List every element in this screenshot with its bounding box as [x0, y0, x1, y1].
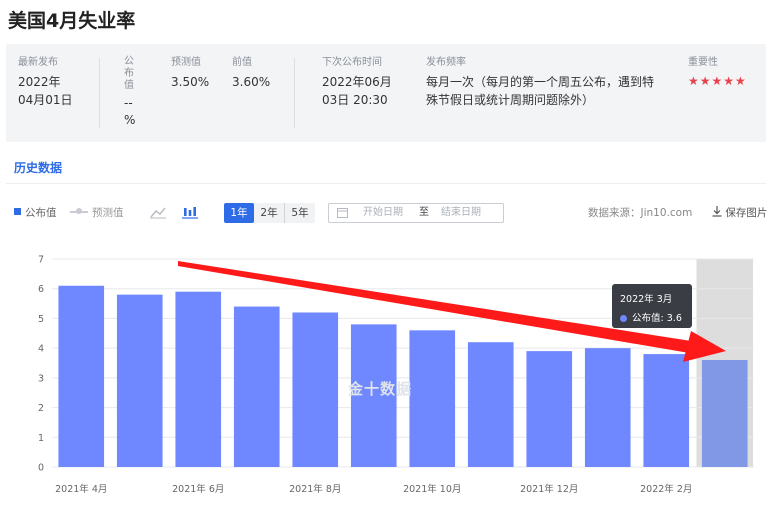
line-chart-icon[interactable] — [150, 205, 166, 225]
bar-2022年 3月 — [701, 360, 748, 467]
y-tick-label: 7 — [38, 255, 44, 266]
forecast-block: 预测值 3.50% — [171, 56, 221, 91]
y-tick-label: 6 — [38, 284, 44, 295]
download-icon — [712, 206, 725, 219]
frequency-value: 每月一次（每月的第一个周五公布，遇到特殊节假日或统计周期问题除外） — [426, 75, 655, 107]
chart-toolbar: 公布值 预测值 1年 2年 5年 开始日期 至 结束日期 数据来源：Jin10.… — [0, 203, 772, 225]
bar-2021年 8月 — [292, 312, 339, 467]
x-tick-label: 2021年 12月 — [520, 483, 578, 495]
bar-2021年 6月 — [175, 291, 222, 467]
release-date-label: 最新发布 — [18, 57, 58, 68]
date-range-separator: 至 — [419, 207, 429, 218]
legend-line-icon — [70, 208, 88, 214]
published-value: -- % — [124, 96, 136, 127]
legend-forecast-label: 预测值 — [92, 207, 124, 219]
importance-label: 重要性 — [688, 57, 718, 68]
previous-block: 前值 3.60% — [232, 56, 282, 91]
legend-published-label: 公布值 — [25, 207, 57, 219]
page-title: 美国4月失业率 — [8, 10, 136, 32]
history-data-tab[interactable]: 历史数据 — [14, 159, 62, 176]
info-divider — [99, 58, 100, 128]
x-tick-label: 2021年 4月 — [55, 483, 107, 495]
frequency-label: 发布频率 — [426, 57, 466, 68]
indicator-info-panel: 最新发布 2022年 04月01日 公 布 值 -- % 预测值 3.50% 前… — [6, 44, 766, 142]
published-value-label: 公 布 值 — [124, 56, 134, 91]
bar-2021年 7月 — [233, 306, 280, 467]
info-divider — [294, 58, 295, 128]
y-tick-label: 3 — [38, 373, 44, 384]
bar-2022年 1月 — [584, 348, 631, 467]
importance-stars-icon: ★★★★★ — [688, 74, 747, 88]
tooltip-value: 3.6 — [666, 313, 682, 324]
legend-square-icon — [14, 208, 21, 215]
bar-2022年 2月 — [643, 354, 690, 467]
legend-forecast[interactable]: 预测值 — [70, 203, 124, 223]
range-2y-button[interactable]: 2年 — [254, 203, 284, 223]
tooltip-date: 2022年 3月 — [620, 294, 673, 305]
bar-2021年 12月 — [526, 351, 573, 467]
data-source: 数据来源：Jin10.com — [588, 207, 693, 219]
y-tick-label: 0 — [38, 463, 44, 474]
forecast-label: 预测值 — [171, 57, 201, 68]
bar-2021年 5月 — [116, 294, 163, 467]
x-tick-label: 2021年 8月 — [289, 483, 341, 495]
y-tick-label: 1 — [38, 433, 44, 444]
y-tick-label: 2 — [38, 403, 44, 414]
previous-value: 3.60% — [232, 75, 271, 89]
x-tick-label: 2021年 6月 — [172, 483, 224, 495]
chart-tooltip: 2022年 3月 公布值: 3.6 — [612, 284, 692, 328]
y-tick-label: 5 — [38, 314, 44, 325]
frequency-block: 发布频率 每月一次（每月的第一个周五公布，遇到特殊节假日或统计周期问题除外） — [426, 56, 664, 109]
section-divider — [6, 183, 766, 184]
watermark-logo: 金十数据 — [348, 380, 413, 398]
next-release-value: 2022年06月 03日 20:30 — [322, 75, 392, 107]
y-tick-label: 4 — [38, 344, 44, 355]
tooltip-dot-icon — [620, 314, 627, 322]
tooltip-series: 公布值 — [632, 313, 661, 324]
next-release-label: 下次公布时间 — [322, 57, 382, 68]
save-image-label: 保存图片 — [725, 207, 768, 219]
bar-2021年 10月 — [409, 330, 456, 467]
time-range-selector: 1年 2年 5年 — [224, 203, 315, 223]
release-date-value: 2022年 04月01日 — [18, 75, 73, 107]
tooltip-value-row: 公布值: 3.6 — [620, 310, 682, 324]
x-tick-label: 2022年 2月 — [640, 483, 692, 495]
start-date-placeholder[interactable]: 开始日期 — [363, 204, 403, 222]
save-image-button[interactable]: 保存图片 — [712, 203, 767, 223]
calendar-icon — [337, 207, 348, 225]
end-date-placeholder[interactable]: 结束日期 — [441, 204, 481, 222]
bar-chart-icon[interactable] — [182, 205, 198, 225]
legend-published[interactable]: 公布值 — [14, 203, 57, 223]
range-1y-button[interactable]: 1年 — [224, 203, 254, 223]
next-release-block: 下次公布时间 2022年06月 03日 20:30 — [322, 56, 402, 109]
published-value-block: 公 布 值 -- % — [124, 56, 144, 129]
importance-block: 重要性 ★★★★★ — [688, 56, 758, 88]
forecast-value: 3.50% — [171, 75, 210, 89]
range-5y-button[interactable]: 5年 — [284, 203, 315, 223]
x-tick-label: 2021年 10月 — [403, 483, 461, 495]
bar-2021年 11月 — [467, 342, 514, 467]
date-range-input[interactable]: 开始日期 至 结束日期 — [328, 203, 504, 223]
release-date-block: 最新发布 2022年 04月01日 — [18, 56, 98, 109]
previous-label: 前值 — [232, 57, 252, 68]
bar-2021年 4月 — [58, 285, 105, 467]
